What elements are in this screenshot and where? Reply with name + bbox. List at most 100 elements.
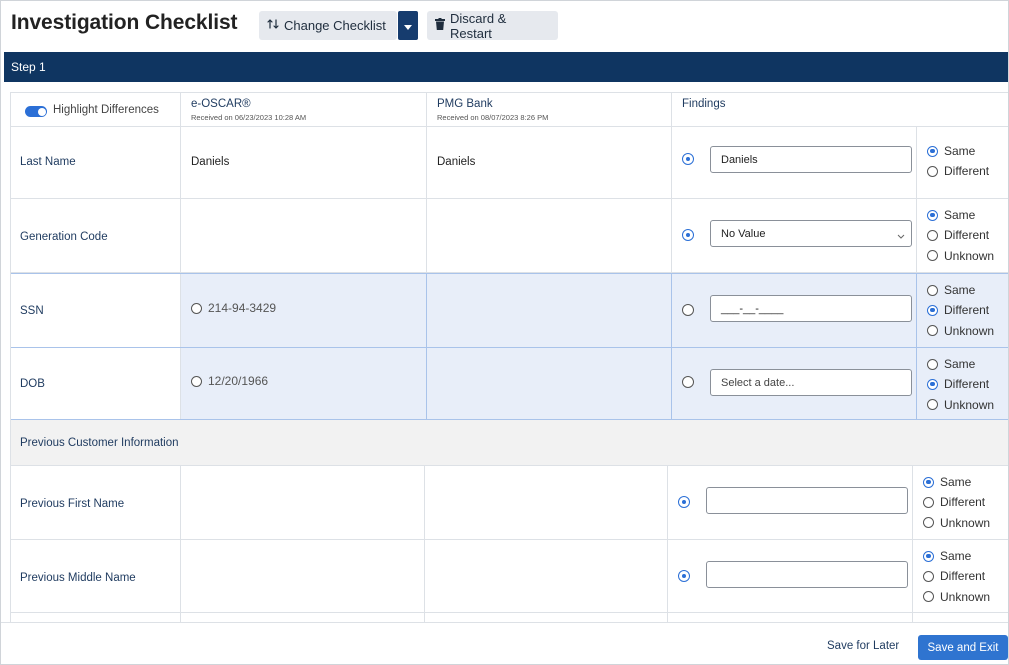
row-label: SSN [20, 305, 44, 317]
option-different[interactable]: Different [927, 300, 994, 320]
option-label: Different [944, 377, 990, 392]
option-radio [927, 378, 938, 390]
match-options: Same Different Unknown [927, 280, 994, 341]
option-label: Different [940, 495, 986, 510]
option-unknown[interactable]: Unknown [923, 587, 990, 607]
option-different[interactable]: Different [927, 161, 989, 181]
input-placeholder: Select a date... [721, 376, 795, 389]
option-radio [923, 550, 934, 562]
change-checklist-dropdown[interactable] [398, 11, 418, 40]
option-different[interactable]: Different [927, 225, 994, 245]
option-same[interactable]: Same [927, 141, 989, 161]
source-header-pmg: PMG Bank Received on 08/07/2023 8:26 PM [427, 93, 672, 126]
option-label: Same [940, 475, 972, 490]
finding-radio[interactable] [682, 153, 694, 165]
option-radio [927, 284, 938, 296]
input-value: Daniels [721, 153, 758, 166]
save-for-later-button[interactable]: Save for Later [827, 640, 899, 652]
source-value-option[interactable]: 214-94-3429 [191, 301, 276, 315]
option-label: Same [944, 208, 976, 223]
source-received: Received on 08/07/2023 8:26 PM [437, 113, 549, 122]
change-checklist-label: Change Checklist [284, 18, 386, 33]
match-options: Same Different [927, 141, 989, 182]
caret-down-icon [404, 17, 412, 35]
save-and-exit-button[interactable]: Save and Exit [918, 635, 1008, 660]
match-options: Same Different Unknown [927, 205, 994, 266]
option-radio [923, 570, 934, 582]
source-name: e-OSCAR® [191, 98, 251, 110]
option-radio [927, 250, 938, 262]
table-row: Generation Code No Value Same Different … [11, 199, 1008, 273]
highlight-toggle-cell: Highlight Differences [11, 93, 181, 126]
section-header: Previous Customer Information [11, 420, 1008, 466]
option-same[interactable]: Same [923, 472, 990, 492]
finding-radio[interactable] [682, 376, 694, 388]
match-options: Same Different Unknown [923, 546, 990, 607]
option-radio [923, 517, 934, 529]
option-different[interactable]: Different [927, 374, 994, 394]
option-radio [927, 304, 938, 316]
swap-icon [267, 18, 279, 33]
highlight-differences-toggle[interactable] [25, 106, 47, 117]
option-radio [927, 209, 938, 221]
previous-middle-name-input[interactable] [706, 561, 908, 588]
option-different[interactable]: Different [923, 492, 990, 512]
option-label: Unknown [940, 589, 991, 604]
option-label: Unknown [944, 397, 995, 412]
option-label: Same [944, 283, 976, 298]
option-label: Different [944, 303, 990, 318]
source-header-eoscar: e-OSCAR® Received on 06/23/2023 10:28 AM [181, 93, 427, 126]
table-row: Previous Middle Name Same Different Unkn… [11, 540, 1008, 613]
dob-date-input[interactable]: Select a date... [710, 369, 912, 396]
source-value: Daniels [437, 156, 476, 168]
row-label: Last Name [20, 156, 76, 168]
change-checklist-button[interactable]: Change Checklist [259, 11, 397, 40]
option-unknown[interactable]: Unknown [927, 395, 994, 415]
generation-code-select[interactable]: No Value [710, 220, 912, 247]
option-label: Same [944, 357, 976, 372]
option-radio [923, 476, 934, 488]
finding-radio[interactable] [682, 229, 694, 241]
finding-radio[interactable] [682, 304, 694, 316]
option-same[interactable]: Same [927, 280, 994, 300]
option-same[interactable]: Same [923, 546, 990, 566]
option-label: Different [940, 569, 986, 584]
source-value: Daniels [191, 156, 230, 168]
option-unknown[interactable]: Unknown [927, 246, 994, 266]
trash-icon [435, 18, 445, 33]
option-different[interactable]: Different [923, 566, 990, 586]
row-label: Previous First Name [20, 498, 125, 510]
table-row: SSN 214-94-3429 ___-__-____ Same Differe… [11, 273, 1008, 348]
option-unknown[interactable]: Unknown [927, 321, 994, 341]
table-row: Last Name Daniels Daniels Daniels Same D… [11, 127, 1008, 199]
option-same[interactable]: Same [927, 205, 994, 225]
input-mask: ___-__-____ [721, 302, 784, 315]
source-radio [191, 375, 202, 387]
option-label: Unknown [944, 323, 995, 338]
option-label: Same [944, 144, 976, 159]
header: Investigation Checklist Change Checklist… [1, 1, 1008, 53]
step-bar: Step 1 [4, 52, 1008, 82]
finding-radio[interactable] [678, 570, 690, 582]
option-unknown[interactable]: Unknown [923, 513, 990, 533]
option-radio [923, 496, 934, 508]
discard-restart-button[interactable]: Discard & Restart [427, 11, 558, 41]
option-label: Unknown [944, 248, 995, 263]
option-label: Different [944, 164, 990, 179]
findings-label: Findings [682, 98, 726, 110]
last-name-input[interactable]: Daniels [710, 146, 912, 173]
row-label: Previous Middle Name [20, 572, 136, 584]
source-name: PMG Bank [437, 98, 493, 110]
option-label: Same [940, 549, 972, 564]
option-same[interactable]: Same [927, 354, 994, 374]
step-label: Step 1 [11, 60, 46, 74]
source-radio [191, 302, 202, 314]
source-value-option[interactable]: 12/20/1966 [191, 374, 268, 388]
option-radio [927, 399, 938, 411]
ssn-input[interactable]: ___-__-____ [710, 295, 912, 322]
comparison-table: Highlight Differences e-OSCAR® Received … [10, 92, 1008, 622]
row-label: Generation Code [20, 231, 108, 243]
finding-radio[interactable] [678, 496, 690, 508]
row-label: DOB [20, 378, 45, 390]
previous-first-name-input[interactable] [706, 487, 908, 514]
